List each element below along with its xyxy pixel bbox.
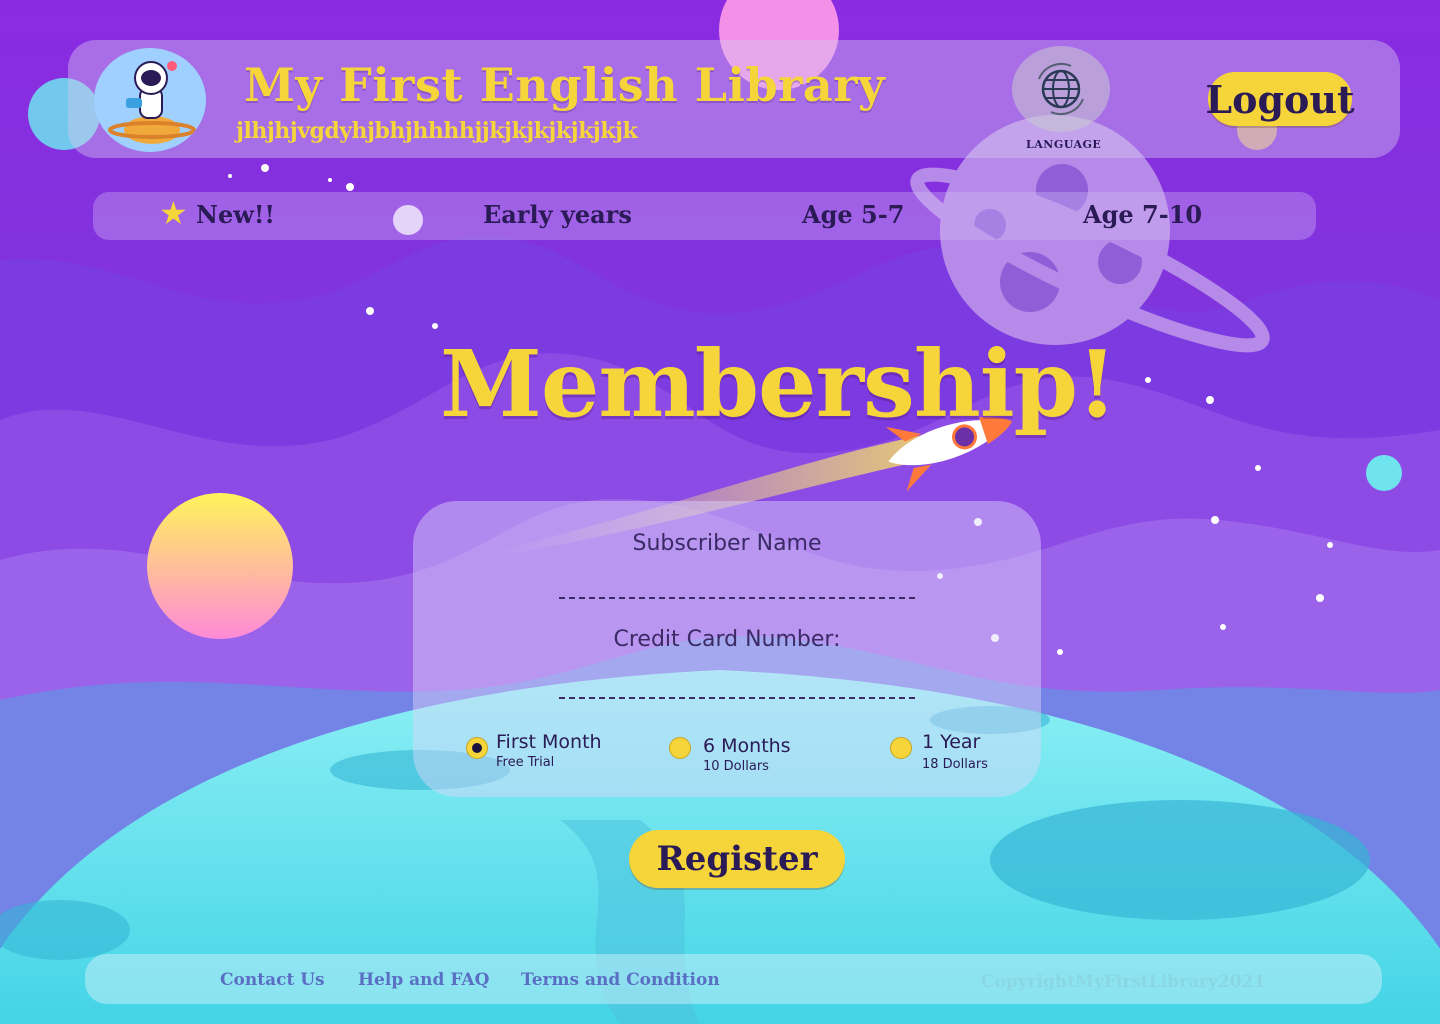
plan-desc: 10 Dollars — [703, 759, 769, 774]
astronaut-on-planet-icon — [108, 61, 196, 144]
membership-form: Subscriber Name Credit Card Number: Firs… — [413, 501, 1041, 797]
footer-link-help[interactable]: Help and FAQ — [358, 970, 489, 990]
plan-radio[interactable] — [669, 737, 691, 759]
plan-name: 6 Months — [703, 735, 791, 757]
category-nav: ★ New!! Early years Age 5-7 Age 7-10 — [93, 192, 1316, 240]
footer-link-terms[interactable]: Terms and Condition — [521, 970, 720, 990]
register-button[interactable]: Register — [629, 830, 845, 888]
page-title: Membership! — [440, 330, 1117, 438]
nav-item-age-7-10[interactable]: Age 7-10 — [1083, 200, 1202, 229]
star-icon: ★ — [159, 194, 188, 232]
nav-item-age-5-7[interactable]: Age 5-7 — [802, 200, 904, 229]
footer-link-contact[interactable]: Contact Us — [220, 970, 325, 990]
plan-radio[interactable] — [890, 737, 912, 759]
nav-item-new[interactable]: New!! — [196, 200, 275, 229]
site-title: My First English Library — [244, 58, 886, 112]
copyright-text: CopyrightMyFirstLibrary2021 — [981, 972, 1266, 992]
plan-desc: 18 Dollars — [922, 757, 988, 772]
nav-item-early-years[interactable]: Early years — [483, 200, 632, 229]
credit-card-label: Credit Card Number: — [613, 627, 841, 652]
subscriber-name-input[interactable] — [559, 565, 915, 599]
globe-icon — [1038, 62, 1084, 116]
header-bar: My First English Library jlhjhjvgdyhjbhj… — [68, 40, 1400, 158]
footer-bar: Contact Us Help and FAQ Terms and Condit… — [85, 954, 1382, 1004]
plan-name: 1 Year — [922, 731, 981, 753]
subscriber-name-label: Subscriber Name — [632, 531, 822, 556]
site-subtitle: jlhjhjvgdyhjbhjhhhhjjkjkjkjkjkjkjk — [236, 118, 638, 144]
language-label: LANGUAGE — [1026, 138, 1102, 151]
plan-desc: Free Trial — [496, 755, 555, 770]
plan-name: First Month — [496, 731, 602, 753]
site-logo[interactable] — [94, 48, 206, 152]
logout-button[interactable]: Logout — [1205, 72, 1355, 126]
credit-card-input[interactable] — [559, 665, 915, 699]
language-button[interactable] — [1012, 46, 1110, 132]
plan-radio[interactable] — [466, 737, 488, 759]
